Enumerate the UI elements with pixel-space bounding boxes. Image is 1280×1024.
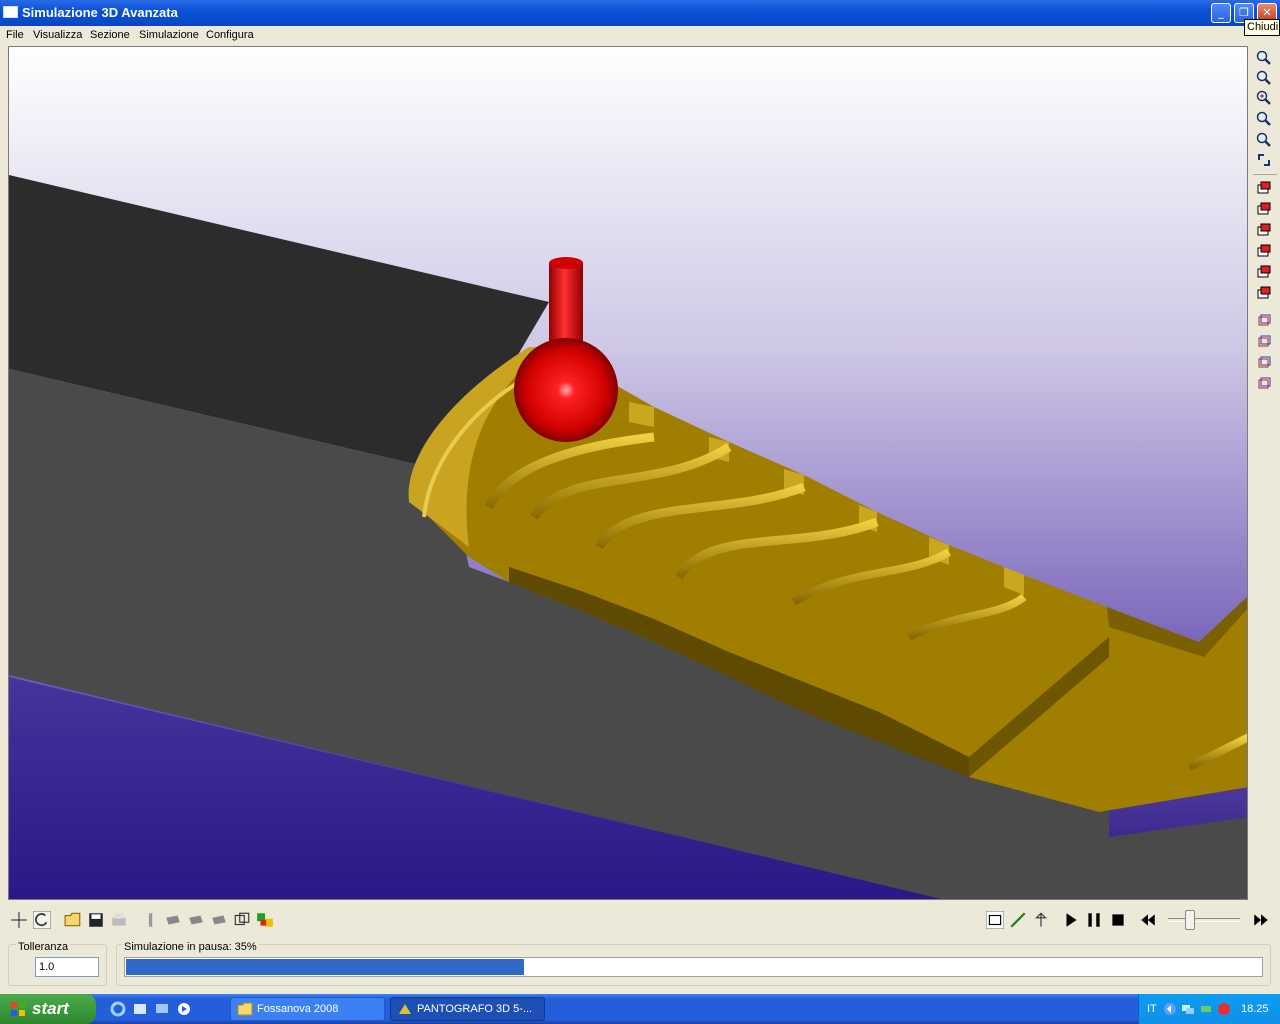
- iso-view-3-icon[interactable]: [1256, 354, 1272, 370]
- simulation-status: Simulazione in pausa: 35%: [122, 941, 259, 953]
- zoom-window-icon[interactable]: [1256, 70, 1272, 86]
- zoom-extents-icon[interactable]: [1256, 132, 1272, 148]
- windows-flag-icon: [11, 1002, 25, 1016]
- taskbar: start Fossanova 2008 PANTOGRAFO 3D 5-...…: [0, 994, 1280, 1024]
- pantografo-icon: [399, 1004, 411, 1014]
- 3d-viewport[interactable]: [8, 46, 1248, 900]
- menu-simulazione[interactable]: Simulazione: [139, 29, 199, 41]
- zoom-icon[interactable]: [1256, 50, 1272, 66]
- view-left-icon[interactable]: [1256, 264, 1272, 280]
- toolbar-separator: [1253, 174, 1277, 175]
- fast-forward-icon[interactable]: [1252, 911, 1270, 929]
- pan-icon[interactable]: [10, 911, 28, 929]
- task-pantografo-label: PANTOGRAFO 3D 5-...: [417, 1003, 533, 1015]
- menu-file[interactable]: File: [6, 29, 24, 41]
- system-tray: IT 18.25: [1138, 994, 1280, 1024]
- right-toolbar: [1250, 46, 1280, 446]
- antivirus-icon[interactable]: [1217, 1002, 1231, 1016]
- zoom-in-icon[interactable]: [1256, 90, 1272, 106]
- simulation-progress-bar: [124, 957, 1263, 977]
- rotate-view-icon[interactable]: [1256, 152, 1272, 168]
- stop-icon[interactable]: [1109, 911, 1127, 929]
- view-top-icon[interactable]: [1256, 201, 1272, 217]
- shade-3-icon[interactable]: [210, 911, 228, 929]
- shade-1-icon[interactable]: [164, 911, 182, 929]
- desktop-icon[interactable]: [154, 1001, 170, 1017]
- progress-fill: [126, 959, 524, 975]
- open-icon[interactable]: [64, 911, 82, 929]
- iso-view-1-icon[interactable]: [1256, 312, 1272, 328]
- start-button[interactable]: start: [0, 994, 96, 1024]
- title-bar: Simulazione 3D Avanzata _ ❐ ✕: [0, 0, 1280, 26]
- zoom-out-icon[interactable]: [1256, 111, 1272, 127]
- task-fossanova[interactable]: Fossanova 2008: [230, 997, 385, 1021]
- play-icon[interactable]: [1062, 911, 1080, 929]
- internet-explorer-icon[interactable]: [110, 1001, 126, 1017]
- view-back-icon[interactable]: [1256, 243, 1272, 259]
- print-icon[interactable]: [110, 911, 128, 929]
- menu-configura[interactable]: Configura: [206, 29, 254, 41]
- iso-view-4-icon[interactable]: [1256, 375, 1272, 391]
- axis-icon[interactable]: [1032, 911, 1050, 929]
- media-player-icon[interactable]: [176, 1001, 192, 1017]
- minimize-button[interactable]: _: [1211, 3, 1231, 23]
- rotate-icon[interactable]: [33, 911, 51, 929]
- volume-icon[interactable]: [1199, 1002, 1213, 1016]
- shade-2-icon[interactable]: [187, 911, 205, 929]
- view-right-icon[interactable]: [1256, 222, 1272, 238]
- wireframe-icon[interactable]: [233, 911, 251, 929]
- rewind-icon[interactable]: [1139, 911, 1157, 929]
- tray-arrow-icon[interactable]: [1163, 1002, 1177, 1016]
- view-bottom-icon[interactable]: [1256, 285, 1272, 301]
- speed-slider[interactable]: [1168, 910, 1240, 930]
- task-fossanova-label: Fossanova 2008: [257, 1003, 339, 1015]
- tolleranza-label: Tolleranza: [16, 941, 71, 953]
- save-icon[interactable]: [87, 911, 105, 929]
- speed-slider-thumb[interactable]: [1185, 910, 1195, 930]
- menu-sezione[interactable]: Sezione: [90, 29, 130, 41]
- bottom-toolbar: [0, 905, 1280, 935]
- network-icon[interactable]: [1181, 1002, 1195, 1016]
- tool-icon[interactable]: [141, 911, 159, 929]
- outlook-icon[interactable]: [132, 1001, 148, 1017]
- iso-view-2-icon[interactable]: [1256, 333, 1272, 349]
- start-label: start: [32, 999, 69, 1018]
- options-icon[interactable]: [986, 911, 1004, 929]
- task-pantografo[interactable]: PANTOGRAFO 3D 5-...: [390, 997, 545, 1021]
- pause-icon[interactable]: [1085, 911, 1103, 929]
- colors-icon[interactable]: [256, 911, 274, 929]
- window-title: Simulazione 3D Avanzata: [22, 5, 178, 20]
- close-tooltip: Chiudi: [1244, 19, 1280, 36]
- language-indicator[interactable]: IT: [1147, 1003, 1157, 1015]
- app-icon: [3, 6, 18, 18]
- path-icon[interactable]: [1009, 911, 1027, 929]
- clock: 18.25: [1241, 1003, 1269, 1015]
- menu-visualizza[interactable]: Visualizza: [33, 29, 82, 41]
- menu-bar: File Visualizza Sezione Simulazione Conf…: [0, 26, 1280, 46]
- view-front-icon[interactable]: [1256, 180, 1272, 196]
- folder-icon: [237, 1002, 253, 1016]
- tolleranza-input[interactable]: [35, 957, 99, 977]
